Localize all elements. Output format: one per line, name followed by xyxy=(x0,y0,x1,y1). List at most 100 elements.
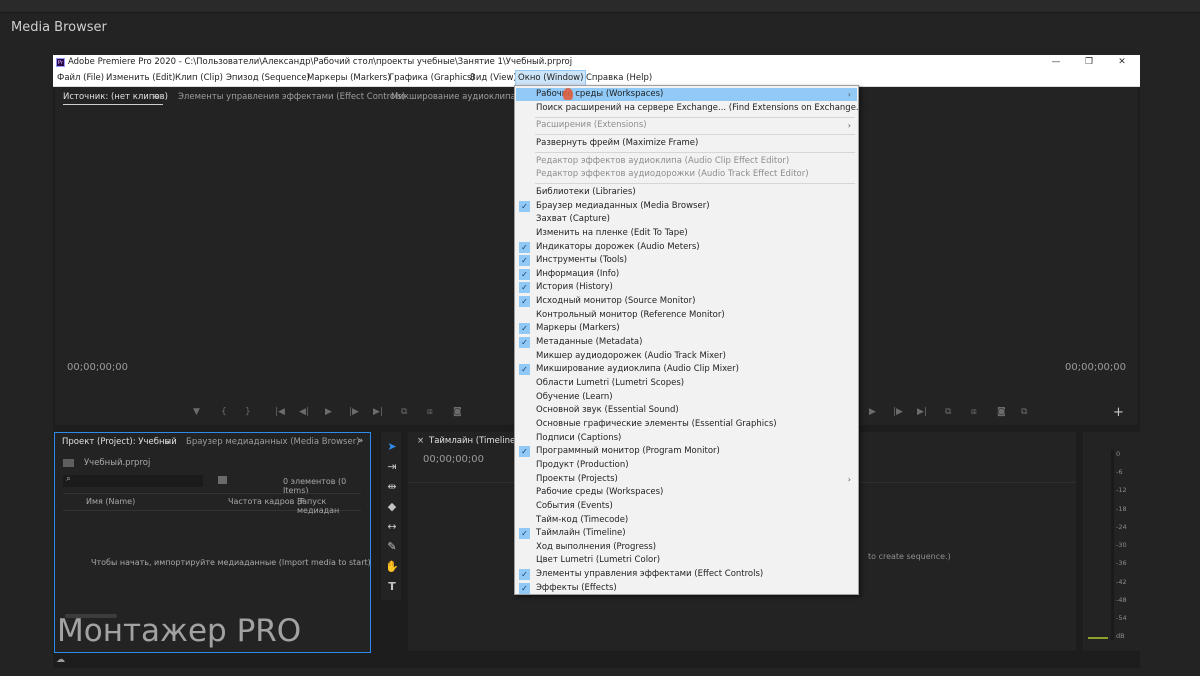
program-play-icon[interactable]: ▶ xyxy=(869,407,876,417)
comparison-icon[interactable]: ⧉ xyxy=(1021,407,1027,417)
program-step-forward-icon[interactable]: |▶ xyxy=(893,407,903,417)
mark-out-icon[interactable]: } xyxy=(245,407,251,417)
window-menu-item[interactable]: Ход выполнения (Progress) xyxy=(516,541,857,554)
window-menu-item[interactable]: Подписи (Captions) xyxy=(516,432,857,445)
window-menu-item-label: Цвет Lumetri (Lumetri Color) xyxy=(536,555,661,566)
window-menu-item[interactable]: ✓ Браузер медиаданных (Media Browser) xyxy=(516,200,857,213)
menu-edit[interactable]: Изменить (Edit) xyxy=(104,70,177,86)
window-menu-item[interactable]: Редактор эффектов аудиоклипа (Audio Clip… xyxy=(516,155,857,168)
column-name[interactable]: Имя (Name) xyxy=(86,497,135,506)
window-menu-item[interactable]: Поиск расширений на сервере Exchange... … xyxy=(516,102,867,115)
window-menu-item[interactable]: ✓ Индикаторы дорожек (Audio Meters) xyxy=(516,241,857,254)
column-media-start[interactable]: Запуск медиадан xyxy=(297,497,361,515)
window-menu-item[interactable]: Расширения (Extensions) › xyxy=(516,119,857,132)
window-menu-item[interactable]: Библиотеки (Libraries) xyxy=(516,186,857,199)
new-bin-icon[interactable] xyxy=(218,476,227,484)
pen-tool-icon[interactable]: ✎ xyxy=(385,540,399,553)
camera-icon[interactable]: ◙ xyxy=(453,407,462,417)
window-menu-item[interactable]: Захват (Capture) xyxy=(516,213,857,226)
menu-window[interactable]: Окно (Window) xyxy=(515,70,587,86)
window-menu-item-label: Рабочие среды (Workspaces) xyxy=(536,89,664,99)
window-menu-item[interactable]: Основные графические элементы (Essential… xyxy=(516,418,857,431)
window-menu-item[interactable]: ✓ Инструменты (Tools) xyxy=(516,254,857,267)
window-menu-item[interactable]: ✓ История (History) xyxy=(516,281,857,294)
project-tab-menu-icon[interactable]: ≡ xyxy=(164,437,171,447)
window-menu-item[interactable]: Микшер аудиодорожек (Audio Track Mixer) xyxy=(516,350,857,363)
step-forward-icon[interactable]: |▶ xyxy=(349,407,359,417)
window-menu-item[interactable]: Цвет Lumetri (Lumetri Color) xyxy=(516,554,857,567)
window-menu-item[interactable]: События (Events) xyxy=(516,500,857,513)
tab-project[interactable]: Проект (Project): Учебный xyxy=(62,437,177,447)
window-menu-item[interactable]: ✓ Таймлайн (Timeline) xyxy=(516,527,857,540)
window-menu-item[interactable]: Контрольный монитор (Reference Monitor) xyxy=(516,309,857,322)
tab-effect-controls[interactable]: Элементы управления эффектами (Effect Co… xyxy=(178,92,405,102)
window-menu-item[interactable]: Обучение (Learn) xyxy=(516,391,857,404)
window-menu-item[interactable]: Изменить на пленке (Edit To Tape) xyxy=(516,227,857,240)
ripple-edit-tool-icon[interactable]: ⇹ xyxy=(385,480,399,493)
menu-graphics[interactable]: Графика (Graphics) xyxy=(387,70,477,86)
window-menu-item[interactable]: Редактор эффектов аудиодорожки (Audio Tr… xyxy=(516,168,857,181)
minimize-button[interactable]: — xyxy=(1041,55,1071,70)
checkmark-icon: ✓ xyxy=(519,268,530,280)
window-menu-item[interactable]: ✓ Программный монитор (Program Monitor) xyxy=(516,445,857,458)
source-tab-menu-icon[interactable]: ≡ xyxy=(153,92,160,102)
step-back-icon[interactable]: ◀| xyxy=(299,407,309,417)
razor-tool-icon[interactable]: ◆ xyxy=(385,500,399,513)
column-frame-rate[interactable]: Частота кадров (F xyxy=(228,497,305,506)
go-to-out-icon[interactable]: ▶| xyxy=(373,407,383,417)
top-panel-strip xyxy=(0,0,1200,13)
window-menu-item[interactable]: Продукт (Production) xyxy=(516,459,857,472)
restore-button[interactable]: ❐ xyxy=(1074,55,1104,70)
add-marker-icon[interactable]: ▼ xyxy=(193,407,200,417)
window-menu-item[interactable]: ✓ Микширование аудиоклипа (Audio Clip Mix… xyxy=(516,363,857,376)
extract-icon[interactable]: ⧈ xyxy=(971,407,977,417)
window-menu-item[interactable]: Проекты (Projects) › xyxy=(516,473,857,486)
play-icon[interactable]: ▶ xyxy=(325,407,332,417)
window-menu-item[interactable]: Области Lumetri (Lumetri Scopes) xyxy=(516,377,857,390)
slip-tool-icon[interactable]: ↔ xyxy=(385,520,399,533)
window-menu-item[interactable]: Основной звук (Essential Sound) xyxy=(516,404,857,417)
track-select-tool-icon[interactable]: ⇥ xyxy=(385,460,399,473)
checkmark-icon: ✓ xyxy=(519,446,530,458)
hand-tool-icon[interactable]: ✋ xyxy=(385,560,399,573)
lift-icon[interactable]: ⧉ xyxy=(945,407,951,417)
window-menu-item[interactable]: ✓ Информация (Info) xyxy=(516,268,857,281)
type-tool-icon[interactable]: T xyxy=(385,580,399,593)
window-menu-item-label: Редактор эффектов аудиодорожки (Audio Tr… xyxy=(536,169,809,180)
overwrite-icon[interactable]: ⧈ xyxy=(427,407,433,417)
source-timecode: 00;00;00;00 xyxy=(67,362,129,373)
window-menu-item[interactable]: ✓ Элементы управления эффектами (Effect C… xyxy=(516,568,857,581)
program-camera-icon[interactable]: ◙ xyxy=(997,407,1006,417)
menu-help[interactable]: Справка (Help) xyxy=(584,70,654,86)
menu-view[interactable]: Вид (View) xyxy=(468,70,519,86)
add-button-icon[interactable]: + xyxy=(1113,405,1124,420)
window-menu-item[interactable]: Рабочие среды (Workspaces) xyxy=(516,486,857,499)
menu-file[interactable]: Файл (File) xyxy=(55,70,106,86)
menu-markers[interactable]: Маркеры (Markers) xyxy=(305,70,393,86)
window-menu-item[interactable]: Развернуть фрейм (Maximize Frame) xyxy=(516,137,857,150)
program-go-to-out-icon[interactable]: ▶| xyxy=(917,407,927,417)
window-menu-item[interactable]: ✓ Метаданные (Metadata) xyxy=(516,336,857,349)
tab-timeline[interactable]: Таймлайн (Timeline): ( xyxy=(429,436,527,446)
window-menu-item[interactable]: ✓ Эффекты (Effects) xyxy=(516,582,857,595)
mark-in-icon[interactable]: { xyxy=(221,407,227,417)
checkmark-icon: ✓ xyxy=(519,200,530,212)
menu-clip[interactable]: Клип (Clip) xyxy=(173,70,225,86)
panel-overflow-icon[interactable]: » xyxy=(358,436,363,446)
mouse-cursor-icon xyxy=(563,88,573,100)
selection-tool-icon[interactable]: ➤ xyxy=(385,440,399,453)
search-input[interactable]: ⌕ xyxy=(63,474,203,487)
meter-level-indicator xyxy=(1088,637,1108,639)
checkmark-icon: ✓ xyxy=(519,364,530,376)
window-menu-item[interactable]: ✓ Исходный монитор (Source Monitor) xyxy=(516,295,857,308)
insert-icon[interactable]: ⧉ xyxy=(401,407,407,417)
window-menu-item[interactable]: ✓ Маркеры (Markers) xyxy=(516,322,857,335)
meter-label: -6 xyxy=(1116,468,1123,476)
close-button[interactable]: ✕ xyxy=(1107,55,1137,70)
window-menu-item[interactable]: Тайм-код (Timecode) xyxy=(516,514,857,527)
menu-sequence[interactable]: Эпизод (Sequence) xyxy=(224,70,312,86)
go-to-in-icon[interactable]: |◀ xyxy=(275,407,285,417)
tab-media-browser[interactable]: Браузер медиаданных (Media Browser) xyxy=(186,437,360,447)
cloud-sync-icon[interactable]: ☁ xyxy=(56,655,65,665)
timeline-close-icon[interactable]: × xyxy=(417,436,424,446)
